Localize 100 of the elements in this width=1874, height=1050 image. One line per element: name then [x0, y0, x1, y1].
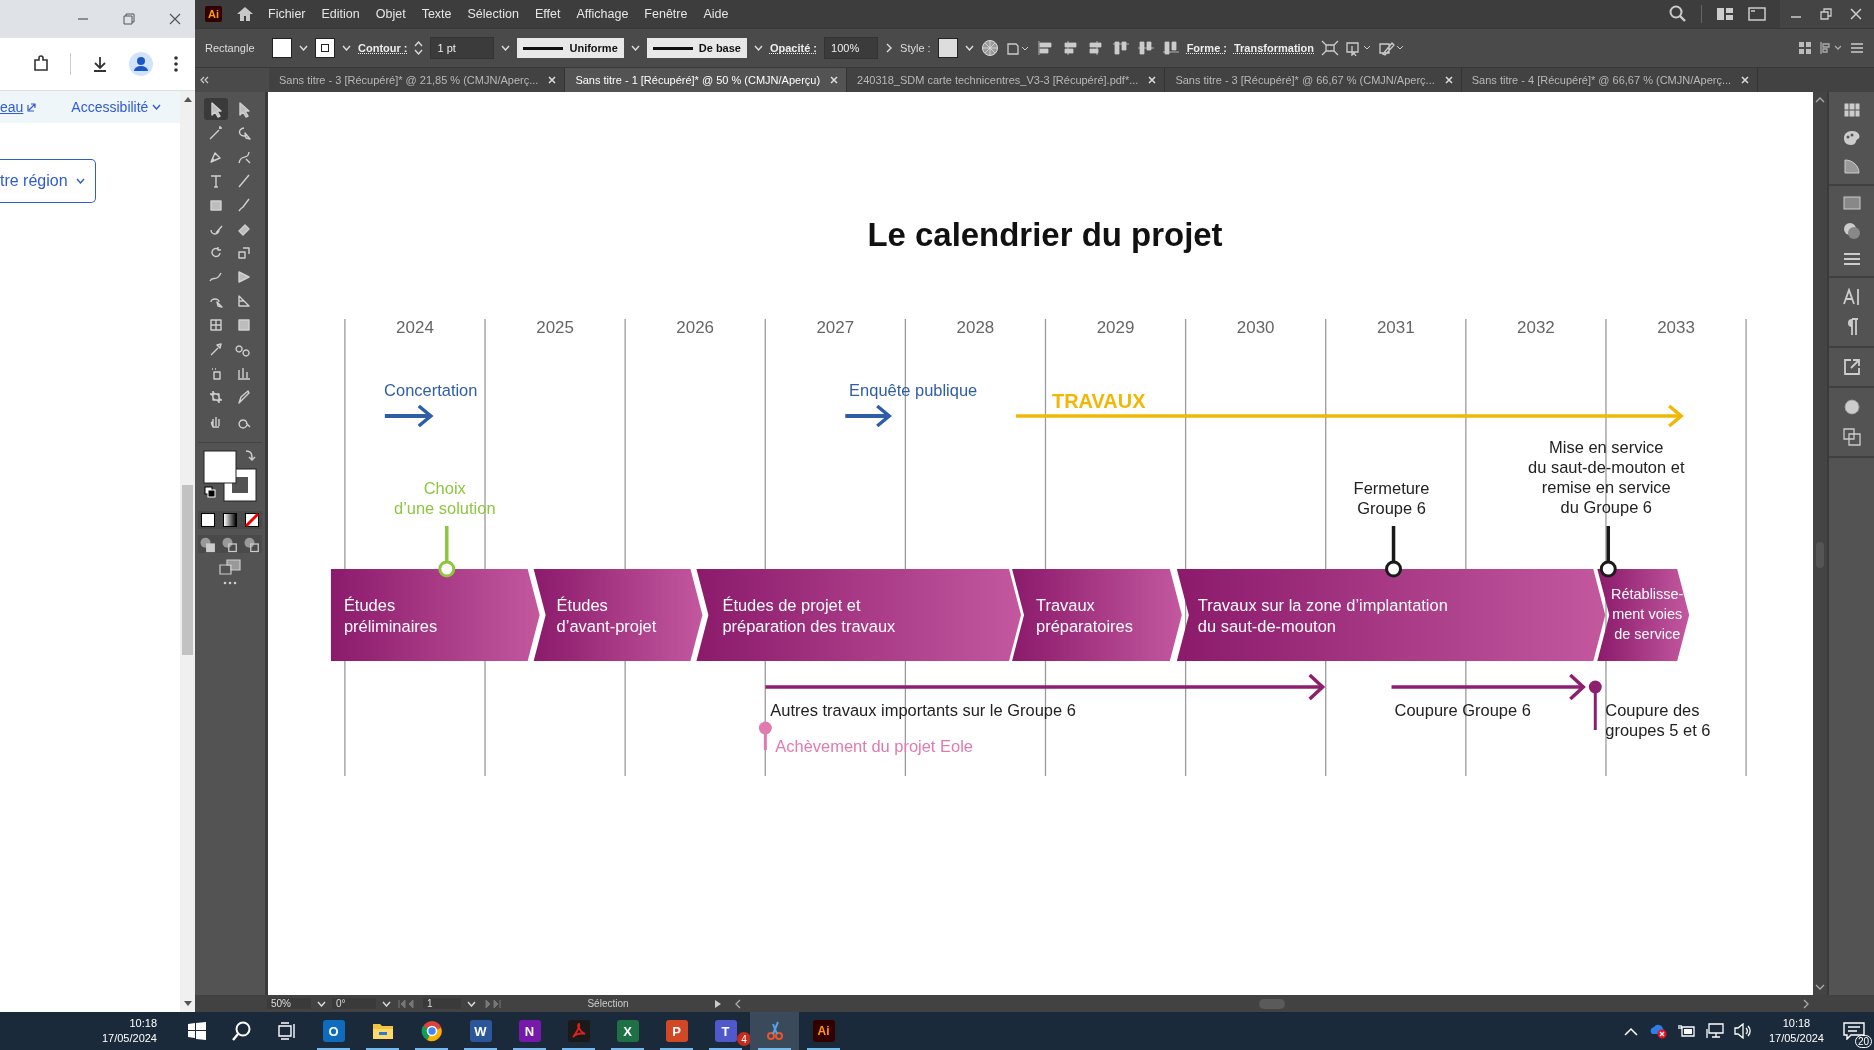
spinner-icon[interactable]: [414, 39, 424, 57]
more-tools-icon[interactable]: [223, 581, 237, 585]
more-options-icon[interactable]: [173, 55, 179, 73]
align-icon[interactable]: [1161, 40, 1180, 56]
grid-layout-icon[interactable]: [1798, 41, 1812, 55]
align-icon[interactable]: [1136, 40, 1155, 56]
current-tool-status[interactable]: Sélection: [508, 998, 708, 1009]
stroke-profile-field[interactable]: Uniforme: [517, 38, 624, 58]
swatches-icon[interactable]: [1842, 102, 1861, 118]
appearance-icon[interactable]: [1842, 398, 1861, 416]
app-icon[interactable]: N: [518, 1020, 541, 1042]
caret-icon[interactable]: [317, 1000, 326, 1007]
select-similar-icon[interactable]: [1346, 40, 1373, 56]
accessibility-menu[interactable]: Accessibilité: [71, 99, 149, 115]
distribute-icon[interactable]: [1819, 41, 1843, 55]
chevron-right-icon[interactable]: [885, 43, 894, 53]
profile-avatar-icon[interactable]: [129, 52, 153, 76]
menu-item[interactable]: Fichier: [268, 7, 306, 21]
fill-stroke-swatches[interactable]: [202, 449, 258, 505]
app-icon[interactable]: P: [665, 1020, 688, 1042]
menu-item[interactable]: Effet: [534, 7, 561, 21]
screen-mode-icon[interactable]: [219, 559, 241, 575]
caret-icon[interactable]: [467, 1000, 476, 1007]
caret-icon[interactable]: [753, 45, 763, 51]
align-icon[interactable]: [1086, 40, 1105, 56]
app-icon[interactable]: X: [616, 1020, 639, 1042]
draw-mode-icon[interactable]: [242, 535, 262, 553]
transparency-icon[interactable]: [1842, 222, 1861, 240]
color-mode-icon[interactable]: [198, 511, 218, 529]
scroll-left-icon[interactable]: [734, 998, 742, 1009]
external-link[interactable]: eau: [0, 99, 24, 115]
scroll-right-icon[interactable]: [1802, 998, 1810, 1009]
stroke-label[interactable]: Contour :: [358, 42, 408, 54]
align-icon[interactable]: [1036, 40, 1055, 56]
draw-mode-icon[interactable]: [198, 535, 218, 553]
battery-plug-icon[interactable]: [1677, 1024, 1696, 1038]
app-icon[interactable]: T: [714, 1020, 737, 1042]
align-to-icon[interactable]: [1005, 40, 1030, 56]
stroke-weight-field[interactable]: 1 pt: [430, 37, 495, 59]
opacity-field[interactable]: 100%: [824, 37, 879, 59]
menu-item[interactable]: Aide: [703, 7, 729, 21]
shape-label[interactable]: Forme :: [1186, 42, 1227, 54]
home-icon[interactable]: [236, 6, 254, 22]
caret-icon[interactable]: [382, 1000, 391, 1007]
recolor-icon[interactable]: [1379, 40, 1406, 56]
brush-field[interactable]: De base: [646, 38, 747, 58]
none-mode-icon[interactable]: [242, 511, 262, 529]
caret-icon[interactable]: [342, 45, 351, 51]
globe-icon[interactable]: [980, 39, 999, 57]
app-icon[interactable]: W: [469, 1020, 492, 1042]
isolate-icon[interactable]: [1321, 40, 1340, 56]
color-guide-icon[interactable]: [1842, 158, 1861, 174]
gradient-mode-icon[interactable]: [220, 511, 240, 529]
play-icon[interactable]: [714, 998, 722, 1009]
download-icon[interactable]: [91, 55, 109, 73]
style-swatch[interactable]: [937, 38, 958, 58]
scroll-up-icon[interactable]: [1815, 96, 1825, 104]
windows-start-icon[interactable]: [188, 1022, 206, 1040]
network-icon[interactable]: [1705, 1023, 1724, 1039]
align-icon[interactable]: [1061, 40, 1080, 56]
stroke-swatch[interactable]: [315, 38, 335, 58]
draw-mode-icon[interactable]: [220, 535, 240, 553]
character-icon[interactable]: [1842, 288, 1861, 306]
search-icon[interactable]: [1669, 5, 1687, 23]
scroll-down-icon[interactable]: [182, 1000, 193, 1008]
caret-icon[interactable]: [501, 45, 511, 51]
menu-item[interactable]: Fenêtre: [644, 7, 688, 21]
app-icon[interactable]: O: [322, 1020, 345, 1042]
task-view-icon[interactable]: [278, 1022, 296, 1040]
folder-icon[interactable]: [371, 1022, 394, 1040]
menu-item[interactable]: Objet: [375, 7, 406, 21]
window-layout-icon[interactable]: [1748, 7, 1766, 21]
zoom-field[interactable]: 50%: [267, 998, 311, 1009]
layers-icon[interactable]: [1842, 428, 1861, 446]
rotation-field[interactable]: 0°: [332, 998, 376, 1009]
volume-icon[interactable]: [1733, 1023, 1754, 1039]
search-icon[interactable]: [232, 1021, 252, 1041]
chrome-icon[interactable]: [420, 1020, 443, 1042]
document-tab[interactable]: Sans titre - 1 [Récupéré]* @ 50 % (CMJN/Aperçu): [565, 68, 848, 92]
scroll-down-icon[interactable]: [1815, 983, 1825, 991]
workspace-icon[interactable]: [1716, 7, 1734, 21]
menu-item[interactable]: Edition: [321, 7, 360, 21]
align-icon[interactable]: [1111, 40, 1130, 56]
stroke-icon[interactable]: [1842, 252, 1861, 266]
menu-item[interactable]: Sélection: [467, 7, 519, 21]
restore-icon[interactable]: [123, 13, 135, 25]
list-menu-icon[interactable]: [1850, 42, 1864, 54]
close-icon[interactable]: [169, 13, 181, 25]
opacity-label[interactable]: Opacité :: [769, 42, 818, 54]
chevron-up-icon[interactable]: [1623, 1026, 1638, 1036]
menu-item[interactable]: Affichage: [576, 7, 629, 21]
caret-icon[interactable]: [299, 45, 308, 51]
transform-link[interactable]: Transformation: [1233, 42, 1315, 54]
export-icon[interactable]: [1842, 358, 1861, 376]
app-icon[interactable]: Ai: [812, 1020, 835, 1042]
scrollbar-thumb[interactable]: [182, 485, 193, 655]
pdf-reader-icon[interactable]: [567, 1020, 590, 1042]
artboard-field[interactable]: 1: [423, 998, 461, 1009]
scroll-up-icon[interactable]: [182, 95, 193, 103]
palette-icon[interactable]: [1842, 130, 1861, 146]
